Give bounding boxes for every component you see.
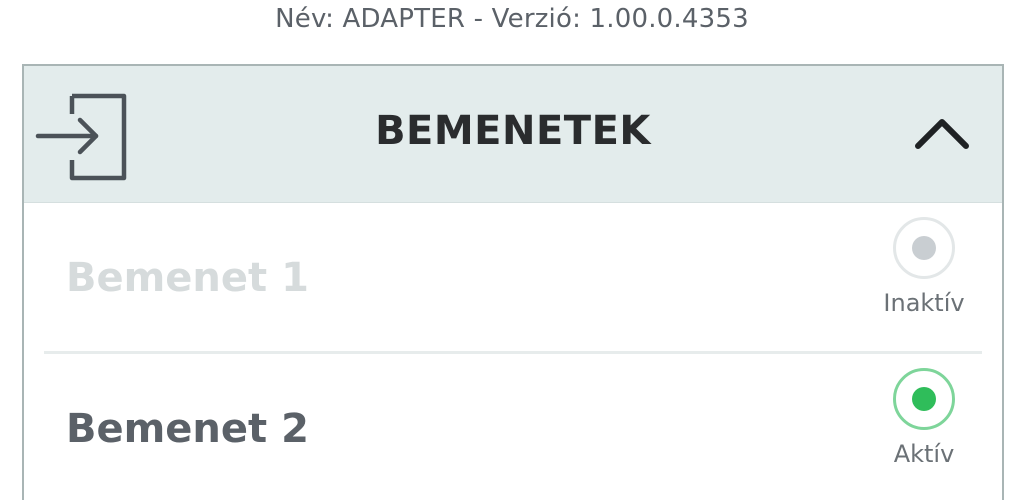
- panel-header[interactable]: BEMENETEK: [24, 66, 1002, 203]
- chevron-up-icon[interactable]: [910, 110, 974, 160]
- status-indicator: Aktív: [872, 368, 976, 468]
- input-label: Bemenet 1: [66, 255, 309, 301]
- version-info: Név: ADAPTER - Verzió: 1.00.0.4353: [275, 4, 749, 34]
- status-indicator: Inaktív: [872, 217, 976, 317]
- status-radio-icon: [893, 217, 955, 279]
- status-text: Aktív: [893, 440, 955, 468]
- input-row-1[interactable]: Bemenet 1 Inaktív: [44, 203, 982, 354]
- inputs-panel: BEMENETEK Bemenet 1 Inaktív Bemenet 2 Ak…: [22, 64, 1004, 500]
- status-radio-icon: [893, 368, 955, 430]
- page: Név: ADAPTER - Verzió: 1.00.0.4353 BEMEN…: [0, 0, 1024, 500]
- status-text: Inaktív: [883, 289, 965, 317]
- input-label: Bemenet 2: [66, 406, 309, 452]
- panel-title: BEMENETEK: [375, 108, 651, 154]
- input-row-2[interactable]: Bemenet 2 Aktív: [44, 354, 982, 500]
